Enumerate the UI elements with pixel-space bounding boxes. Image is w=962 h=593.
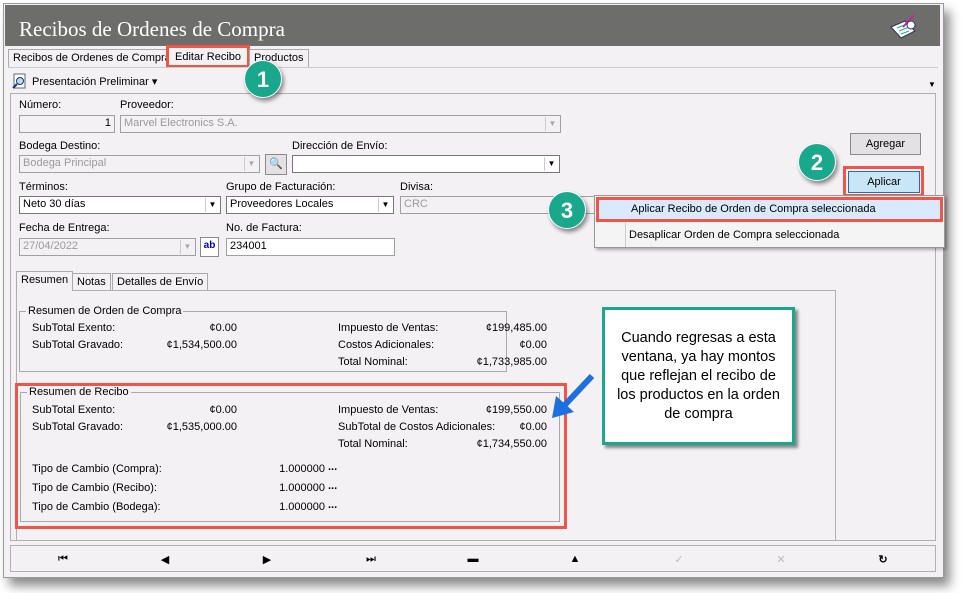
step-3-badge: 3 bbox=[548, 191, 586, 229]
search-bodega-button[interactable]: 🔍 bbox=[265, 154, 287, 175]
direccion-label: Dirección de Envío: bbox=[292, 140, 388, 152]
aplicar-menu: Aplicar Recibo de Orden de Compra selecc… bbox=[594, 195, 945, 248]
callout-text: Cuando regresas a esta ventana, ya hay m… bbox=[617, 329, 780, 422]
previous-record-icon[interactable]: ◀ bbox=[155, 553, 175, 566]
grupo-value: Proveedores Locales bbox=[230, 198, 334, 210]
toolbar-overflow-icon[interactable]: ▼ bbox=[928, 80, 936, 89]
direccion-combo[interactable]: ▼ bbox=[292, 155, 560, 173]
subtab-notas[interactable]: Notas bbox=[72, 273, 111, 291]
notepad-writing-icon bbox=[890, 14, 916, 39]
tipo-cambio-label: Tipo de Cambio (Compra): bbox=[32, 463, 162, 475]
search-folder-icon: 🔍 bbox=[269, 158, 283, 170]
recibo-cell: ¢0.00 bbox=[209, 404, 237, 416]
subtab-resumen[interactable]: Resumen bbox=[16, 271, 74, 291]
recibo-cell: ¢1,734,550.00 bbox=[476, 438, 547, 450]
tipo-cambio-more-button[interactable]: ... bbox=[328, 461, 337, 473]
proveedor-value: Marvel Electronics S.A. bbox=[124, 117, 238, 129]
aplicar-button[interactable]: Aplicar bbox=[848, 171, 920, 193]
recibo-cell: ¢1,535,000.00 bbox=[166, 421, 237, 433]
orden-cell: Total Nominal: bbox=[338, 356, 408, 368]
window-title: Recibos de Ordenes de Compra bbox=[19, 17, 285, 41]
tipo-cambio-value: 1.000000 bbox=[279, 463, 325, 475]
orden-cell: SubTotal Exento: bbox=[32, 322, 116, 334]
recibo-cell: ¢0.00 bbox=[519, 421, 547, 433]
orden-cell: Impuesto de Ventas: bbox=[338, 322, 439, 334]
first-record-icon[interactable]: ⏮ bbox=[53, 553, 73, 566]
numero-field[interactable]: 1 bbox=[19, 115, 115, 133]
proveedor-label: Proveedor: bbox=[120, 99, 174, 111]
recibo-cell: ¢199,550.00 bbox=[485, 404, 547, 416]
step-1-badge: 1 bbox=[244, 60, 282, 98]
grupo-label: Grupo de Facturación: bbox=[226, 181, 336, 193]
delete-record-icon[interactable]: ▬ bbox=[463, 553, 483, 565]
menu-item-aplicar-recibo[interactable]: Aplicar Recibo de Orden de Compra selecc… bbox=[596, 197, 943, 222]
resumen-recibo-title: Resumen de Recibo bbox=[27, 386, 131, 398]
chevron-down-icon: ▼ bbox=[544, 157, 558, 171]
tipo-cambio-value: 1.000000 bbox=[279, 501, 325, 513]
tipo-cambio-more-button[interactable]: ... bbox=[328, 499, 337, 511]
chevron-down-icon: ▼ bbox=[545, 117, 559, 131]
tipo-cambio-more-button[interactable]: ... bbox=[328, 480, 337, 492]
chevron-down-icon: ▼ bbox=[244, 157, 258, 171]
divisa-label: Divisa: bbox=[400, 181, 434, 193]
menu-item-desaplicar[interactable]: Desaplicar Orden de Compra seleccionada bbox=[629, 229, 839, 241]
tab-recibos-ordenes[interactable]: Recibos de Ordenes de Compra bbox=[8, 49, 176, 67]
orden-cell: ¢0.00 bbox=[209, 322, 237, 334]
terminos-combo[interactable]: Neto 30 días ▼ bbox=[19, 196, 221, 214]
recibo-cell: SubTotal Gravado: bbox=[32, 421, 124, 433]
ab-format-icon: ab bbox=[203, 240, 216, 251]
fecha-combo[interactable]: 27/04/2022 ▼ bbox=[19, 238, 196, 256]
bodega-label: Bodega Destino: bbox=[19, 140, 101, 152]
blue-arrow-icon bbox=[552, 373, 595, 418]
edit-record-icon[interactable]: ▲ bbox=[565, 553, 585, 565]
recibo-cell: Total Nominal: bbox=[338, 438, 408, 450]
bodega-value: Bodega Principal bbox=[23, 157, 107, 169]
bodega-combo[interactable]: Bodega Principal ▼ bbox=[19, 155, 260, 173]
orden-cell: ¢0.00 bbox=[519, 339, 547, 351]
subtab-detalles-envio[interactable]: Detalles de Envío bbox=[112, 273, 209, 291]
chevron-down-icon: ▼ bbox=[180, 240, 194, 254]
agregar-button[interactable]: Agregar bbox=[850, 133, 921, 155]
orden-cell: ¢199,485.00 bbox=[485, 322, 547, 334]
fecha-label: Fecha de Entrega: bbox=[19, 222, 110, 234]
chevron-down-icon: ▼ bbox=[205, 198, 219, 212]
terminos-value: Neto 30 días bbox=[23, 198, 86, 210]
tipo-cambio-label: Tipo de Cambio (Recibo): bbox=[32, 482, 157, 494]
orden-cell: Costos Adicionales: bbox=[338, 339, 434, 351]
recibo-cell: SubTotal Exento: bbox=[32, 404, 116, 416]
tipo-cambio-value: 1.000000 bbox=[279, 482, 325, 494]
orden-cell: SubTotal Gravado: bbox=[32, 339, 124, 351]
proveedor-combo[interactable]: Marvel Electronics S.A. ▼ bbox=[120, 115, 561, 133]
presentacion-preliminar-menu[interactable]: Presentación Preliminar ▾ bbox=[32, 75, 157, 88]
cancel-icon[interactable]: ✕ bbox=[771, 553, 791, 566]
tab-editar-recibo[interactable]: Editar Recibo bbox=[166, 45, 251, 68]
tipo-cambio-label: Tipo de Cambio (Bodega): bbox=[32, 501, 161, 513]
last-record-icon[interactable]: ⏭ bbox=[361, 553, 381, 566]
terminos-label: Términos: bbox=[19, 181, 68, 193]
print-preview-icon bbox=[12, 73, 26, 89]
recibo-cell: Impuesto de Ventas: bbox=[338, 404, 439, 416]
resumen-orden-title: Resumen de Orden de Compra bbox=[26, 305, 184, 317]
numero-label: Número: bbox=[19, 99, 62, 111]
accept-icon[interactable]: ✓ bbox=[669, 553, 689, 566]
orden-cell: ¢1,733,985.00 bbox=[476, 356, 547, 368]
text-format-button[interactable]: ab bbox=[200, 237, 219, 257]
refresh-icon[interactable]: ↻ bbox=[873, 553, 893, 566]
grupo-combo[interactable]: Proveedores Locales ▼ bbox=[226, 196, 394, 214]
next-record-icon[interactable]: ▶ bbox=[257, 553, 277, 566]
title-bar: Recibos de Ordenes de Compra bbox=[5, 5, 940, 46]
callout-note: Cuando regresas a esta ventana, ya hay m… bbox=[602, 307, 795, 445]
fecha-value: 27/04/2022 bbox=[23, 240, 79, 252]
orden-cell: ¢1,534,500.00 bbox=[166, 339, 237, 351]
step-2-badge: 2 bbox=[798, 143, 836, 181]
factura-label: No. de Factura: bbox=[226, 222, 302, 234]
factura-input[interactable]: 234001 bbox=[226, 238, 395, 256]
chevron-down-icon: ▼ bbox=[378, 198, 392, 212]
